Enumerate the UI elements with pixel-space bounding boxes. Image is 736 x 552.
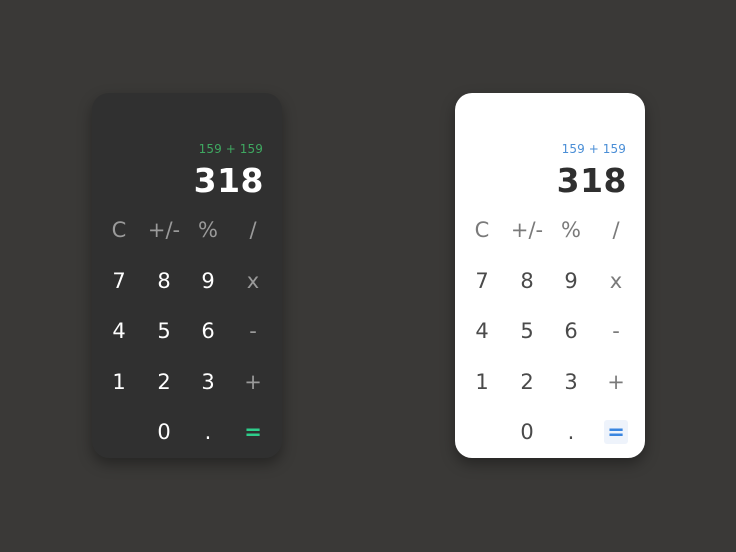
- digit-0-button[interactable]: 0: [507, 412, 547, 452]
- digit-7-button[interactable]: 7: [462, 261, 502, 301]
- clear-button[interactable]: C: [99, 210, 139, 250]
- digit-9-button[interactable]: 9: [188, 261, 228, 301]
- digit-4-button[interactable]: 4: [462, 311, 502, 351]
- equals-button[interactable]: =: [596, 412, 636, 452]
- digit-5-button[interactable]: 5: [144, 311, 184, 351]
- divide-button[interactable]: /: [596, 210, 636, 250]
- light-calculator: 159 + 159 318 C +/- % / 7 8 9 x 4 5 6 - …: [455, 93, 645, 458]
- decimal-button[interactable]: .: [188, 412, 228, 452]
- add-button[interactable]: +: [596, 362, 636, 402]
- add-button[interactable]: +: [233, 362, 273, 402]
- digit-2-button[interactable]: 2: [507, 362, 547, 402]
- digit-6-button[interactable]: 6: [188, 311, 228, 351]
- multiply-button[interactable]: x: [596, 261, 636, 301]
- digit-3-button[interactable]: 3: [551, 362, 591, 402]
- digit-1-button[interactable]: 1: [462, 362, 502, 402]
- subtract-button[interactable]: -: [596, 311, 636, 351]
- expression-display: 159 + 159: [198, 142, 263, 156]
- equals-button[interactable]: =: [233, 412, 273, 452]
- digit-1-button[interactable]: 1: [99, 362, 139, 402]
- equals-label: =: [604, 420, 628, 444]
- digit-7-button[interactable]: 7: [99, 261, 139, 301]
- digit-9-button[interactable]: 9: [551, 261, 591, 301]
- digit-5-button[interactable]: 5: [507, 311, 547, 351]
- digit-8-button[interactable]: 8: [507, 261, 547, 301]
- negate-button[interactable]: +/-: [507, 210, 547, 250]
- dark-calculator: 159 + 159 318 C +/- % / 7 8 9 x 4 5 6 - …: [92, 93, 282, 458]
- subtract-button[interactable]: -: [233, 311, 273, 351]
- result-display: 318: [193, 161, 264, 200]
- decimal-button[interactable]: .: [551, 412, 591, 452]
- clear-button[interactable]: C: [462, 210, 502, 250]
- result-display: 318: [556, 161, 627, 200]
- multiply-button[interactable]: x: [233, 261, 273, 301]
- divide-button[interactable]: /: [233, 210, 273, 250]
- digit-8-button[interactable]: 8: [144, 261, 184, 301]
- digit-6-button[interactable]: 6: [551, 311, 591, 351]
- digit-4-button[interactable]: 4: [99, 311, 139, 351]
- percent-button[interactable]: %: [551, 210, 591, 250]
- digit-3-button[interactable]: 3: [188, 362, 228, 402]
- digit-2-button[interactable]: 2: [144, 362, 184, 402]
- digit-0-button[interactable]: 0: [144, 412, 184, 452]
- expression-display: 159 + 159: [561, 142, 626, 156]
- percent-button[interactable]: %: [188, 210, 228, 250]
- negate-button[interactable]: +/-: [144, 210, 184, 250]
